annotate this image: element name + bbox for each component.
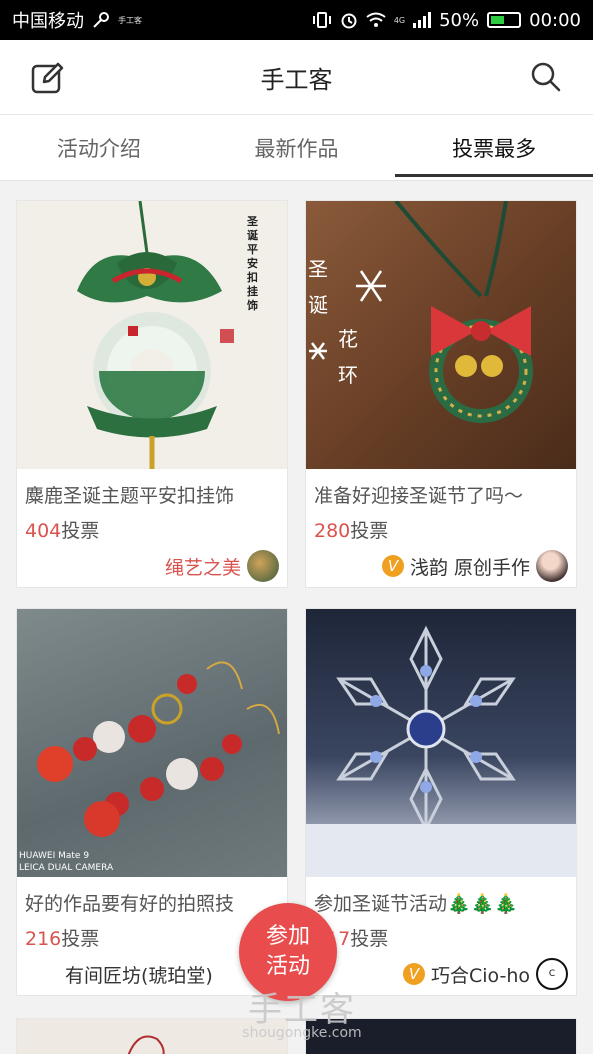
app-header: 手工客 (0, 40, 593, 115)
join-activity-label-2: 活动 (265, 954, 310, 979)
wifi-icon (366, 12, 386, 27)
work-image[interactable]: HUAWEI Mate 9 LEICA DUAL CAMERA (17, 609, 287, 877)
tab-bar: 活动介绍 最新作品 投票最多 (0, 115, 593, 181)
edit-icon[interactable] (30, 60, 66, 96)
work-title: 麋鹿圣诞主题平安扣挂饰 (25, 485, 235, 507)
tab-activity-intro[interactable]: 活动介绍 (0, 115, 198, 180)
vote-number: 216 (25, 928, 62, 950)
vote-number: 404 (25, 520, 62, 542)
avatar[interactable] (536, 550, 568, 582)
vibrate-icon (312, 12, 331, 28)
watermark-url: shougongke.com (242, 1025, 362, 1041)
watermark-logo-text: 手工客 (248, 990, 356, 1030)
work-card[interactable]: 圣诞平安扣挂饰 麋鹿圣诞主题平安扣挂饰 404投票 绳艺之美 (16, 200, 288, 588)
key-icon (93, 12, 109, 28)
vote-count: 404投票 (17, 508, 287, 543)
battery-percent: 50% (439, 9, 480, 31)
network-type: 4G (393, 15, 406, 25)
author-name: 浅韵 原创手作 (409, 556, 530, 579)
work-image[interactable] (306, 609, 576, 877)
battery-icon (487, 12, 522, 28)
author-name: 有间匠坊(琥珀堂) (65, 964, 213, 987)
carrier-label: 中国移动 (12, 11, 84, 32)
author-row[interactable]: V 浅韵 原创手作 (306, 543, 576, 587)
clock: 00:00 (529, 9, 581, 31)
tab-latest-works[interactable]: 最新作品 (198, 115, 396, 180)
work-image[interactable]: 圣诞平安扣挂饰 (17, 201, 287, 469)
image-caption-vertical: 圣诞平安扣挂饰 (247, 215, 258, 312)
avatar[interactable]: C (536, 958, 568, 990)
avatar[interactable] (247, 550, 279, 582)
vote-count: 217投票 (306, 916, 576, 951)
vote-unit: 投票 (61, 520, 100, 542)
work-title: 参加圣诞节活动🎄🎄🎄 (314, 893, 518, 915)
work-image[interactable]: 圣诞 花环 (306, 201, 576, 469)
site-watermark: 手工客 shougongke.com (232, 982, 372, 1041)
work-card[interactable]: 参加圣诞节活动🎄🎄🎄 217投票 V 巧合Cio-ho C (305, 608, 577, 996)
vote-unit: 投票 (350, 520, 389, 542)
vote-count: 280投票 (306, 508, 576, 543)
carrier-tag: 手工客 (118, 15, 142, 25)
camera-watermark: HUAWEI Mate 9 LEICA DUAL CAMERA (19, 850, 113, 874)
verified-badge-icon: V (402, 963, 425, 985)
tab-most-voted[interactable]: 投票最多 (395, 115, 593, 180)
join-activity-label-1: 参加 (265, 924, 310, 949)
vote-unit: 投票 (350, 928, 389, 950)
search-icon[interactable] (529, 60, 563, 94)
work-title: 准备好迎接圣诞节了吗～ (314, 485, 524, 507)
vote-unit: 投票 (61, 928, 100, 950)
battery-fill (491, 16, 505, 24)
author-name: 巧合Cio-ho (430, 964, 530, 987)
image-caption-vertical: 花环 (338, 327, 358, 387)
page-title: 手工客 (260, 65, 333, 94)
camera-model: HUAWEI Mate 9 (19, 851, 90, 861)
signal-icon (413, 12, 432, 28)
alarm-icon (341, 13, 357, 29)
image-caption-vertical: 圣诞 (308, 257, 328, 317)
author-row[interactable]: 绳艺之美 (17, 543, 287, 587)
verified-badge-icon: V (381, 555, 404, 577)
camera-lens: LEICA DUAL CAMERA (19, 863, 114, 873)
work-title: 好的作品要有好的拍照技 (25, 893, 235, 915)
status-bar: 中国移动 手工客 4G 50% 00:00 (0, 0, 593, 40)
author-name: 绳艺之美 (164, 556, 241, 579)
work-card[interactable]: 圣诞 花环 准备好迎接圣诞节了吗～ 280投票 V 浅韵 原创手作 (305, 200, 577, 588)
vote-number: 280 (314, 520, 351, 542)
